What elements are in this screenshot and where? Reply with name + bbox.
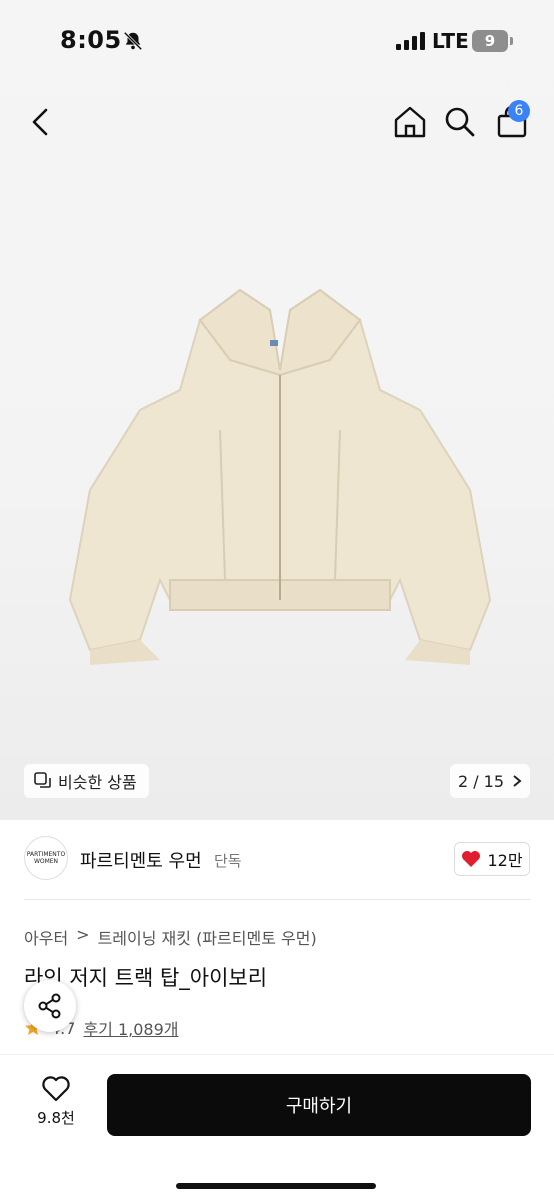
brand-like-button[interactable]: 12만 xyxy=(454,842,530,876)
status-time: 8:05 xyxy=(60,26,122,54)
heart-filled-icon xyxy=(462,851,481,867)
brand-name[interactable]: 파르티멘토 우먼 xyxy=(80,847,202,873)
similar-products-button[interactable]: 비슷한 상품 xyxy=(24,764,149,798)
breadcrumb: 아우터 > 트레이닝 재킷 (파르티멘토 우먼) xyxy=(24,925,317,949)
similar-icon xyxy=(34,772,51,788)
page-counter-text: 2 / 15 xyxy=(457,771,505,791)
wish-button[interactable]: 9.8천 xyxy=(28,1075,84,1139)
network-label: LTE xyxy=(432,29,469,53)
breadcrumb-item[interactable]: 트레이닝 재킷 (파르티멘토 우먼) xyxy=(98,925,317,949)
search-icon[interactable] xyxy=(440,102,480,142)
breadcrumb-separator: > xyxy=(76,925,90,944)
image-page-counter[interactable]: 2 / 15 xyxy=(450,764,530,798)
bell-muted-icon xyxy=(123,31,143,51)
divider xyxy=(24,899,530,900)
similar-label: 비슷한 상품 xyxy=(58,773,137,792)
home-icon[interactable] xyxy=(390,102,430,142)
exclusive-tag: 단독 xyxy=(214,852,242,870)
back-chevron-icon[interactable] xyxy=(22,102,62,142)
cart-count-badge: 6 xyxy=(508,100,530,122)
buy-button[interactable]: 구매하기 xyxy=(107,1074,531,1136)
brand-row: PARTIMENTO WOMEN 파르티멘토 우먼 단독 12만 xyxy=(0,830,554,890)
battery-cap xyxy=(510,37,513,45)
wish-count: 9.8천 xyxy=(37,1109,75,1127)
top-nav xyxy=(0,92,554,152)
home-indicator xyxy=(176,1183,376,1189)
share-button[interactable] xyxy=(24,980,76,1032)
heart-outline-icon xyxy=(42,1076,70,1102)
bottom-action-bar: 9.8천 구매하기 xyxy=(0,1054,554,1200)
battery-indicator: 9 xyxy=(472,30,508,52)
product-image[interactable] xyxy=(60,280,500,680)
review-link[interactable]: 후기 1,089개 xyxy=(83,1016,178,1040)
chevron-right-icon xyxy=(513,775,522,787)
share-icon xyxy=(38,993,61,1019)
breadcrumb-item[interactable]: 아우터 xyxy=(24,925,68,949)
brand-like-count: 12만 xyxy=(487,851,523,870)
signal-icon xyxy=(396,32,425,50)
status-bar: 8:05 LTE 9 xyxy=(0,0,554,84)
brand-logo[interactable]: PARTIMENTO WOMEN xyxy=(24,836,68,880)
